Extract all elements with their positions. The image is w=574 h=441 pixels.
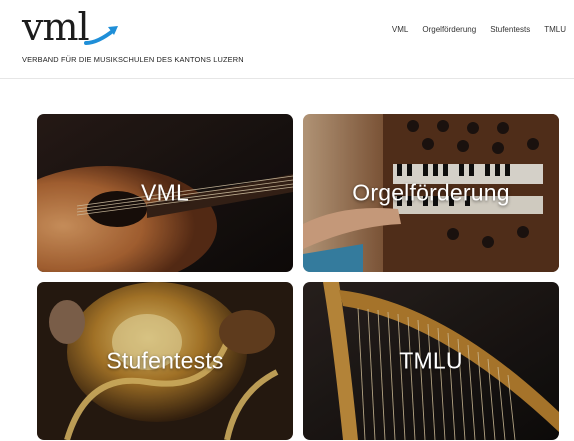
logo-swoosh-icon	[84, 26, 118, 45]
nav-item-orgelfoerderung[interactable]: Orgelförderung	[422, 25, 476, 34]
tile-vml[interactable]: VML	[37, 114, 293, 272]
main-nav: VML Orgelförderung Stufentests TMLU	[392, 25, 566, 34]
tile-label-vml: VML	[141, 179, 189, 206]
logo-wordmark: vml	[22, 5, 90, 49]
nav-item-stufentests[interactable]: Stufentests	[490, 25, 530, 34]
nav-item-vml[interactable]: VML	[392, 25, 408, 34]
tile-orgelfoerderung[interactable]: Orgelförderung	[303, 114, 559, 272]
tile-label-tmlu: TMLU	[399, 347, 463, 374]
site-tagline: VERBAND FÜR DIE MUSIKSCHULEN DES KANTONS…	[22, 55, 244, 64]
nav-item-tmlu[interactable]: TMLU	[544, 25, 566, 34]
tile-stufentests[interactable]: Stufentests	[37, 282, 293, 440]
tile-grid: VML Orgelförderung Stufentests TMLU	[37, 114, 559, 440]
tile-label-stufentests: Stufentests	[106, 347, 224, 374]
site-header: vml VERBAND FÜR DIE MUSIKSCHULEN DES KAN…	[0, 0, 574, 79]
tile-label-orgelfoerderung: Orgelförderung	[352, 179, 510, 206]
site-logo[interactable]: vml	[22, 5, 118, 49]
tile-tmlu[interactable]: TMLU	[303, 282, 559, 440]
